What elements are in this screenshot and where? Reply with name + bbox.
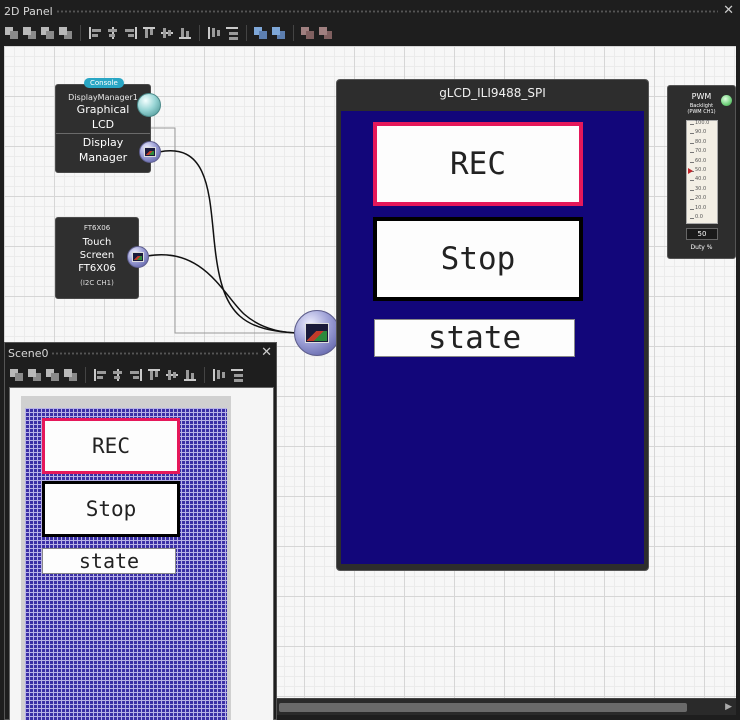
- toolbar-divider: [199, 25, 200, 41]
- gauge-tick-label: 50.0: [690, 167, 717, 176]
- app-window: 2D Panel ✕ DisplayManager1 Graphical LCD…: [0, 0, 740, 720]
- gauge-tick-label: 10.0: [690, 205, 717, 214]
- node-label-line1: Graphical: [76, 103, 130, 116]
- scene-state-label: state: [42, 548, 176, 574]
- gauge-pointer-icon[interactable]: [688, 168, 693, 174]
- gauge-tick-label: 70.0: [690, 148, 717, 157]
- scene-rec-button[interactable]: REC: [42, 418, 180, 474]
- scene-title: Scene0: [8, 347, 49, 360]
- gauge-tick-label: 80.0: [690, 139, 717, 148]
- align-right-icon[interactable]: [123, 25, 139, 41]
- gauge-tick-label: 30.0: [690, 186, 717, 195]
- duty-value-field[interactable]: 50: [686, 228, 718, 240]
- node-label-line3: Display: [82, 136, 124, 149]
- scene-frame: REC Stop state: [21, 396, 231, 720]
- lcd-input-port-icon[interactable]: [294, 310, 340, 356]
- distribute-vertical-icon[interactable]: [229, 367, 245, 383]
- node-label-line2: LCD: [91, 118, 115, 131]
- lcd-device[interactable]: gLCD_ILI9488_SPI REC Stop state: [336, 79, 649, 571]
- lcd-title: gLCD_ILI9488_SPI: [439, 86, 546, 100]
- node-header: DisplayManager1: [68, 93, 138, 102]
- align-center-icon[interactable]: [105, 25, 121, 41]
- gauge-tick-label: 20.0: [690, 195, 717, 204]
- align-top-icon[interactable]: [141, 25, 157, 41]
- duty-unit-label: Duty %: [690, 244, 713, 251]
- lock-icon[interactable]: [300, 25, 316, 41]
- distribute-horizontal-icon[interactable]: [206, 25, 222, 41]
- ungroup-icon[interactable]: [271, 25, 287, 41]
- toolbar-divider: [80, 25, 81, 41]
- scene-window[interactable]: Scene0 ✕ REC Stop state: [4, 342, 277, 720]
- panel-title: 2D Panel: [4, 5, 53, 18]
- send-back-icon[interactable]: [22, 25, 38, 41]
- toolbar-divider: [85, 367, 86, 383]
- main-toolbar: [4, 25, 334, 41]
- send-back-icon[interactable]: [27, 367, 43, 383]
- wire-display-manager: [158, 150, 301, 334]
- align-middle-icon[interactable]: [159, 25, 175, 41]
- console-port-icon[interactable]: [137, 93, 161, 117]
- title-grip: [51, 352, 258, 355]
- toolbar-divider: [204, 367, 205, 383]
- bring-front-icon[interactable]: [4, 25, 20, 41]
- wire-thin: [150, 127, 314, 334]
- lcd-screen: REC Stop state: [341, 111, 644, 564]
- node-label-line1: Touch: [82, 237, 112, 248]
- gauge-tick-label: 0.0: [690, 214, 717, 223]
- toolbar-divider: [246, 25, 247, 41]
- align-middle-icon[interactable]: [164, 367, 180, 383]
- scene-screen: REC Stop state: [25, 408, 227, 720]
- bring-forward-icon[interactable]: [45, 367, 61, 383]
- align-top-icon[interactable]: [146, 367, 162, 383]
- unlock-icon[interactable]: [318, 25, 334, 41]
- node-label-line2: Screen: [79, 250, 115, 261]
- duty-gauge[interactable]: 100.0 90.0 80.0 70.0 60.0 50.0 40.0 30.0 20.0 10.…: [686, 120, 718, 224]
- node-divider: [56, 133, 150, 134]
- align-left-icon[interactable]: [92, 367, 108, 383]
- scene-title-bar: Scene0 ✕: [5, 343, 276, 363]
- bring-front-icon[interactable]: [9, 367, 25, 383]
- wire-touch: [146, 253, 301, 334]
- status-led-icon: [721, 95, 732, 106]
- distribute-horizontal-icon[interactable]: [211, 367, 227, 383]
- scene-viewport[interactable]: REC Stop state: [9, 387, 274, 720]
- group-icon[interactable]: [253, 25, 269, 41]
- distribute-vertical-icon[interactable]: [224, 25, 240, 41]
- send-backward-icon[interactable]: [58, 25, 74, 41]
- scene-stop-button[interactable]: Stop: [42, 481, 180, 537]
- scroll-right-icon[interactable]: ▶: [725, 702, 732, 712]
- touch-out-port-icon[interactable]: [127, 246, 149, 268]
- console-badge: Console: [84, 78, 124, 88]
- gauge-tick-label: 40.0: [690, 176, 717, 185]
- pwm-backlight-panel[interactable]: PWM Backlight (PWM CH1) 100.0 90.0 80.0 70.…: [667, 85, 736, 259]
- node-header: FT6X06: [83, 224, 111, 232]
- scene-toolbar: [9, 367, 245, 383]
- align-left-icon[interactable]: [87, 25, 103, 41]
- bring-forward-icon[interactable]: [40, 25, 56, 41]
- title-grip: [56, 10, 718, 13]
- align-center-icon[interactable]: [110, 367, 126, 383]
- node-label-line3: FT6X06: [78, 263, 116, 274]
- node-label-line4: Manager: [78, 151, 128, 164]
- toolbar-divider: [293, 25, 294, 41]
- panel-close-icon[interactable]: ✕: [723, 3, 734, 18]
- align-bottom-icon[interactable]: [182, 367, 198, 383]
- rec-button[interactable]: REC: [373, 122, 583, 206]
- gauge-tick-label: 90.0: [690, 129, 717, 138]
- horizontal-scrollbar[interactable]: ▶: [277, 698, 736, 715]
- panel-title-bar: 2D Panel ✕: [0, 0, 740, 22]
- stop-button[interactable]: Stop: [373, 217, 583, 301]
- display-manager-node[interactable]: DisplayManager1 Graphical LCD Display Ma…: [55, 84, 151, 173]
- send-backward-icon[interactable]: [63, 367, 79, 383]
- scene-close-icon[interactable]: ✕: [261, 345, 272, 360]
- gauge-tick-label: 60.0: [690, 158, 717, 167]
- align-bottom-icon[interactable]: [177, 25, 193, 41]
- state-label: state: [374, 319, 575, 357]
- scrollbar-thumb[interactable]: [279, 703, 687, 712]
- pwm-channel: (PWM CH1): [687, 109, 716, 115]
- node-bus-label: (I2C CH1): [80, 279, 114, 287]
- display-out-port-icon[interactable]: [139, 141, 161, 163]
- gauge-tick-label: 100.0: [690, 120, 717, 129]
- align-right-icon[interactable]: [128, 367, 144, 383]
